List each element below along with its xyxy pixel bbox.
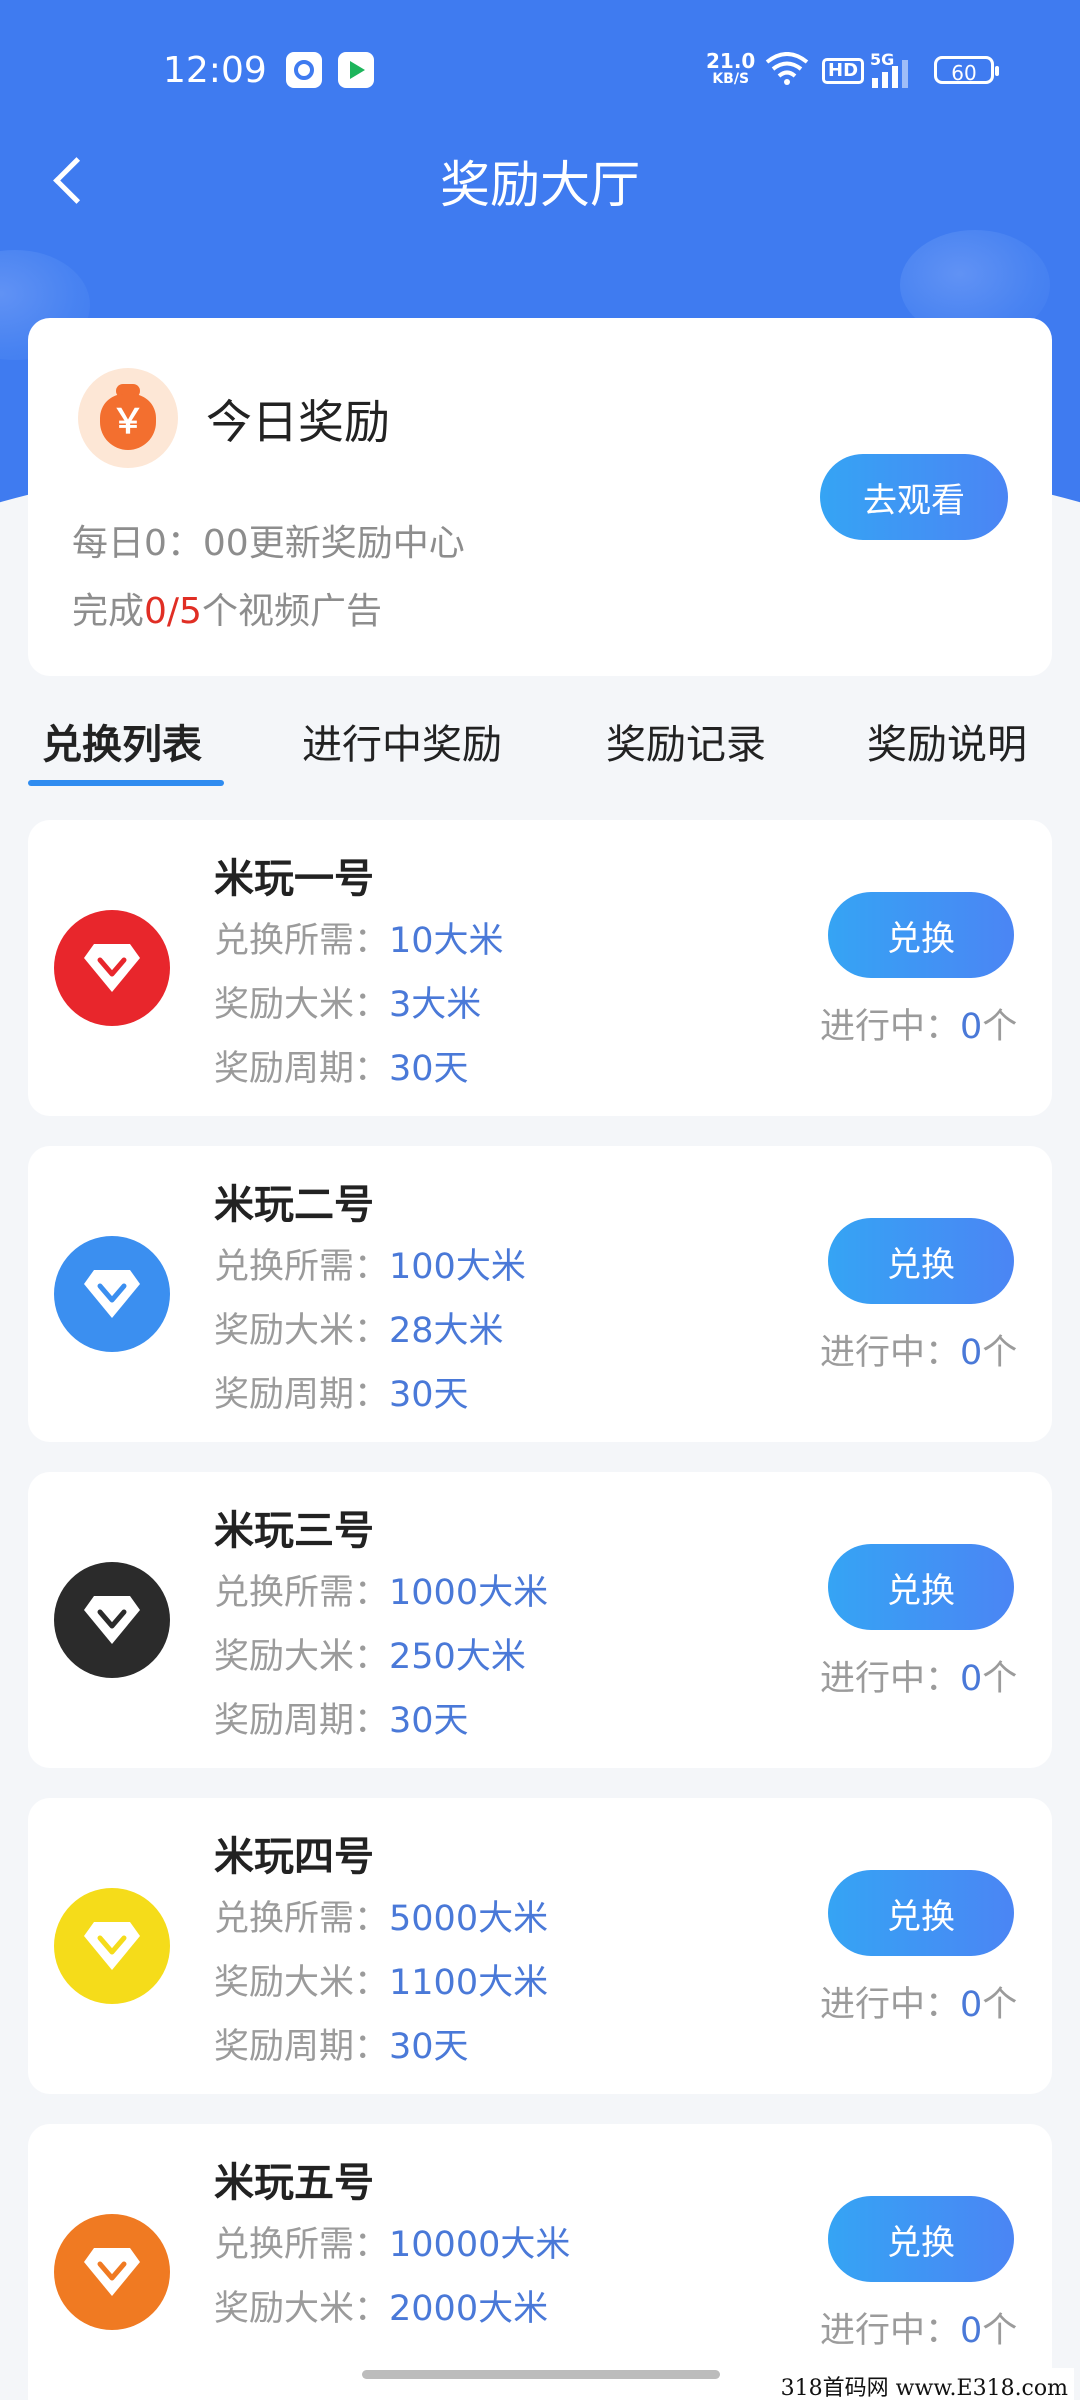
item-name: 米玩三号 <box>214 1508 374 1554</box>
in-progress-count: 进行中：0个 <box>820 1659 1018 1699</box>
active-tab-indicator <box>28 780 224 786</box>
reward-update-info: 每日0：00更新奖励中心 <box>72 523 465 564</box>
list-item: 米玩四号 兑换所需：5000大米 奖励大米：1100大米 奖励周期：30天 兑换… <box>28 1798 1052 2094</box>
wifi-icon <box>765 52 809 85</box>
item-reward: 奖励大米：2000大米 <box>214 2289 549 2329</box>
exchange-button[interactable]: 兑换 <box>828 1544 1014 1630</box>
diamond-icon <box>54 1236 170 1352</box>
item-cost: 兑换所需：10000大米 <box>214 2225 571 2265</box>
diamond-icon <box>54 2214 170 2330</box>
list-item: 米玩二号 兑换所需：100大米 奖励大米：28大米 奖励周期：30天 兑换 进行… <box>28 1146 1052 1442</box>
item-period: 奖励周期：30天 <box>214 2027 469 2067</box>
video-app-icon <box>338 52 374 88</box>
exchange-list: 米玩一号 兑换所需：10大米 奖励大米：3大米 奖励周期：30天 兑换 进行中：… <box>28 820 1052 2400</box>
tab-reward-instructions[interactable]: 奖励说明 <box>867 712 1027 770</box>
battery-icon: 60 <box>934 56 999 85</box>
status-time: 12:09 <box>163 50 267 91</box>
reward-progress-count: 0/5 <box>144 591 202 632</box>
daily-reward-card: ￥ 今日奖励 每日0：00更新奖励中心 完成0/5个视频广告 去观看 <box>28 318 1052 676</box>
item-name: 米玩四号 <box>214 1834 374 1880</box>
money-bag-icon: ￥ <box>78 368 178 468</box>
in-progress-count: 进行中：0个 <box>820 1985 1018 2025</box>
tab-exchange-list[interactable]: 兑换列表 <box>42 712 202 770</box>
network-speed: 21.0 KB/S <box>706 49 756 88</box>
network-speed-value: 21.0 <box>706 49 756 73</box>
app-notification-icon <box>286 52 322 88</box>
item-reward: 奖励大米：3大米 <box>214 985 482 1025</box>
status-bar: 12:09 21.0 KB/S HD 5G 60 <box>0 0 1080 140</box>
diamond-icon <box>54 1562 170 1678</box>
home-indicator[interactable] <box>362 2370 720 2379</box>
item-name: 米玩二号 <box>214 1182 374 1228</box>
item-period: 奖励周期：30天 <box>214 1375 469 1415</box>
diamond-icon <box>54 910 170 1026</box>
diamond-icon <box>54 1888 170 2004</box>
hd-badge: HD <box>822 58 865 84</box>
item-name: 米玩五号 <box>214 2160 374 2206</box>
exchange-button[interactable]: 兑换 <box>828 892 1014 978</box>
list-item: 米玩三号 兑换所需：1000大米 奖励大米：250大米 奖励周期：30天 兑换 … <box>28 1472 1052 1768</box>
exchange-button[interactable]: 兑换 <box>828 1218 1014 1304</box>
in-progress-count: 进行中：0个 <box>820 2311 1018 2351</box>
item-cost: 兑换所需：5000大米 <box>214 1899 549 1939</box>
in-progress-count: 进行中：0个 <box>820 1007 1018 1047</box>
page-title: 奖励大厅 <box>440 156 640 214</box>
network-speed-unit: KB/S <box>712 71 750 87</box>
money-bag-symbol: ￥ <box>100 394 156 450</box>
list-item: 米玩五号 兑换所需：10000大米 奖励大米：2000大米 兑换 进行中：0个 <box>28 2124 1052 2400</box>
reward-title: 今日奖励 <box>206 395 390 449</box>
watch-video-button[interactable]: 去观看 <box>820 454 1008 540</box>
screen: 12:09 21.0 KB/S HD 5G 60 奖励大厅 ￥ 今日奖励 每日0… <box>0 0 1080 2400</box>
reward-progress-info: 完成0/5个视频广告 <box>72 591 382 632</box>
item-cost: 兑换所需：10大米 <box>214 921 504 961</box>
item-cost: 兑换所需：100大米 <box>214 1247 526 1287</box>
in-progress-count: 进行中：0个 <box>820 1333 1018 1373</box>
item-period: 奖励周期：30天 <box>214 1701 469 1741</box>
item-reward: 奖励大米：1100大米 <box>214 1963 549 2003</box>
tab-reward-records[interactable]: 奖励记录 <box>606 712 766 770</box>
item-name: 米玩一号 <box>214 856 374 902</box>
signal-icon <box>872 60 908 88</box>
item-period: 奖励周期：30天 <box>214 1049 469 1089</box>
item-reward: 奖励大米：250大米 <box>214 1637 526 1677</box>
exchange-button[interactable]: 兑换 <box>828 1870 1014 1956</box>
item-cost: 兑换所需：1000大米 <box>214 1573 549 1613</box>
watermark: 318首码网 www.E318.com <box>774 2368 1074 2400</box>
tab-ongoing-rewards[interactable]: 进行中奖励 <box>302 712 502 770</box>
exchange-button[interactable]: 兑换 <box>828 2196 1014 2282</box>
item-reward: 奖励大米：28大米 <box>214 1311 504 1351</box>
list-item: 米玩一号 兑换所需：10大米 奖励大米：3大米 奖励周期：30天 兑换 进行中：… <box>28 820 1052 1116</box>
